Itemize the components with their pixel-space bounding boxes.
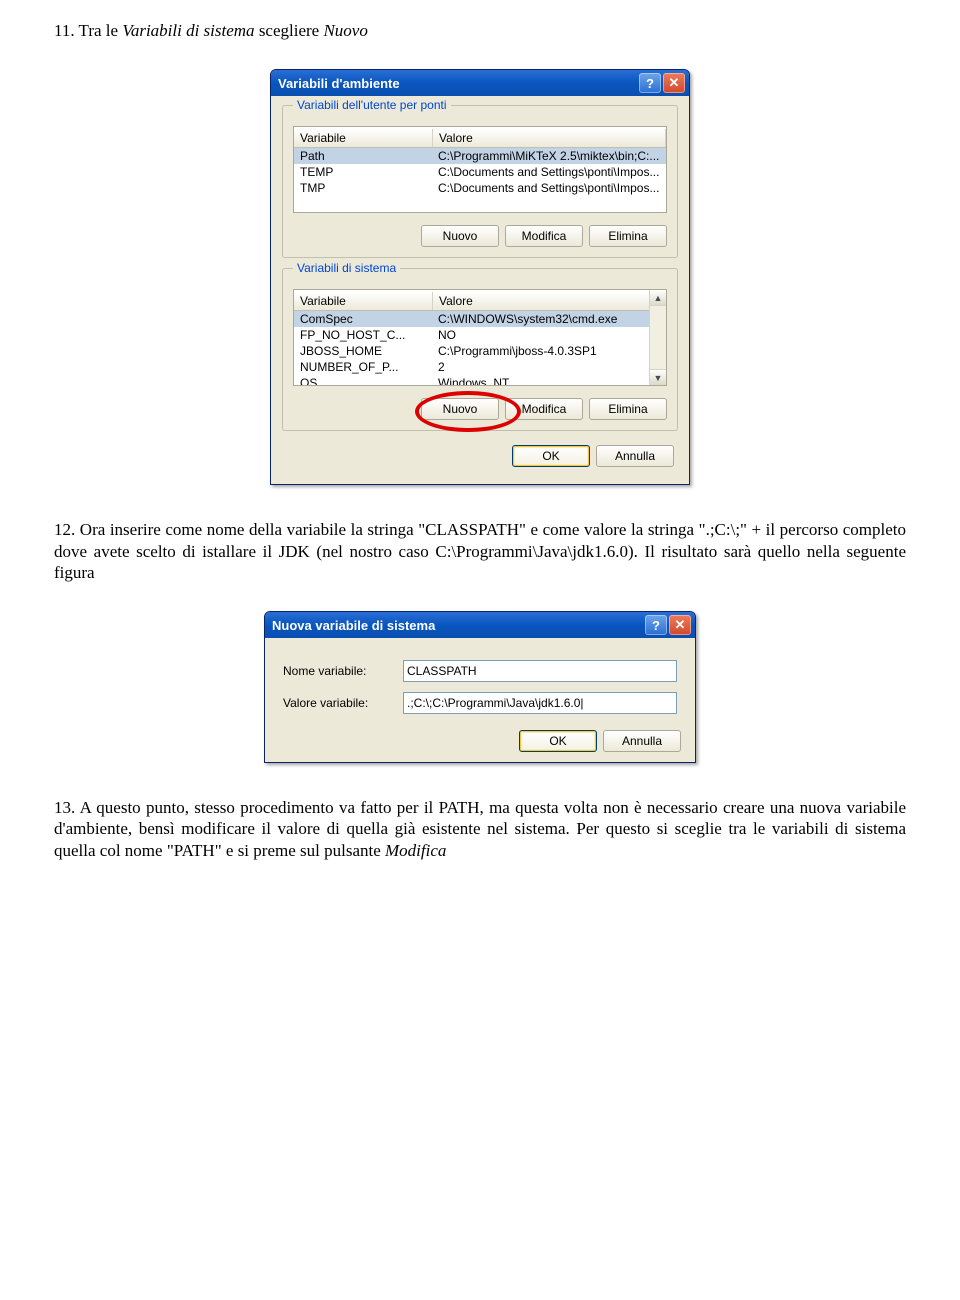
list-row[interactable]: NUMBER_OF_P...2 — [294, 359, 666, 375]
name-input[interactable] — [403, 660, 677, 682]
new-var-dialog: Nuova variabile di sistema ? ✕ Nome vari… — [264, 611, 696, 763]
user-delete-button[interactable]: Elimina — [589, 225, 667, 247]
ok-button[interactable]: OK — [512, 445, 590, 467]
list-row[interactable]: OSWindows_NT — [294, 375, 666, 386]
paragraph-13: 13. A questo punto, stesso procedimento … — [54, 797, 906, 861]
list-row[interactable]: TMPC:\Documents and Settings\ponti\Impos… — [294, 180, 666, 196]
figure-new-var: Nuova variabile di sistema ? ✕ Nome vari… — [54, 611, 906, 763]
system-new-button[interactable]: Nuovo — [421, 398, 499, 420]
titlebar: Nuova variabile di sistema ? ✕ — [265, 612, 695, 638]
paragraph-11: 11. Tra le Variabili di sistema sceglier… — [54, 20, 906, 41]
system-vars-legend: Variabili di sistema — [293, 261, 400, 275]
env-dialog: Variabili d'ambiente ? ✕ Variabili dell'… — [270, 69, 690, 485]
col-variable[interactable]: Variabile — [294, 129, 433, 147]
dialog-title: Variabili d'ambiente — [278, 76, 400, 91]
user-vars-group: Variabili dell'utente per ponti Variabil… — [282, 105, 678, 258]
ok-button[interactable]: OK — [519, 730, 597, 752]
name-label: Nome variabile: — [283, 664, 403, 678]
close-icon[interactable]: ✕ — [663, 73, 685, 93]
value-label: Valore variabile: — [283, 696, 403, 710]
cancel-button[interactable]: Annulla — [603, 730, 681, 752]
scrollbar[interactable]: ▲ ▼ — [649, 290, 666, 385]
user-vars-legend: Variabili dell'utente per ponti — [293, 98, 451, 112]
value-input[interactable] — [403, 692, 677, 714]
system-modify-button[interactable]: Modifica — [505, 398, 583, 420]
cancel-button[interactable]: Annulla — [596, 445, 674, 467]
system-delete-button[interactable]: Elimina — [589, 398, 667, 420]
list-row[interactable]: PathC:\Programmi\MiKTeX 2.5\miktex\bin;C… — [294, 148, 666, 164]
titlebar: Variabili d'ambiente ? ✕ — [271, 70, 689, 96]
help-icon[interactable]: ? — [645, 615, 667, 635]
help-icon[interactable]: ? — [639, 73, 661, 93]
figure-env-vars: Variabili d'ambiente ? ✕ Variabili dell'… — [54, 69, 906, 485]
user-new-button[interactable]: Nuovo — [421, 225, 499, 247]
paragraph-12: 12. Ora inserire come nome della variabi… — [54, 519, 906, 583]
scroll-up-icon[interactable]: ▲ — [650, 290, 666, 306]
col-value[interactable]: Valore — [433, 129, 666, 147]
system-vars-list[interactable]: Variabile Valore ComSpecC:\WINDOWS\syste… — [293, 289, 667, 386]
list-row[interactable]: ComSpecC:\WINDOWS\system32\cmd.exe — [294, 311, 666, 327]
scroll-down-icon[interactable]: ▼ — [650, 369, 666, 385]
col-value[interactable]: Valore — [433, 292, 666, 310]
close-icon[interactable]: ✕ — [669, 615, 691, 635]
col-variable[interactable]: Variabile — [294, 292, 433, 310]
list-row[interactable]: JBOSS_HOMEC:\Programmi\jboss-4.0.3SP1 — [294, 343, 666, 359]
user-vars-list[interactable]: Variabile Valore PathC:\Programmi\MiKTeX… — [293, 126, 667, 213]
dialog-title: Nuova variabile di sistema — [272, 618, 435, 633]
system-vars-group: Variabili di sistema Variabile Valore Co… — [282, 268, 678, 431]
list-row[interactable]: TEMPC:\Documents and Settings\ponti\Impo… — [294, 164, 666, 180]
user-modify-button[interactable]: Modifica — [505, 225, 583, 247]
list-row[interactable]: FP_NO_HOST_C...NO — [294, 327, 666, 343]
